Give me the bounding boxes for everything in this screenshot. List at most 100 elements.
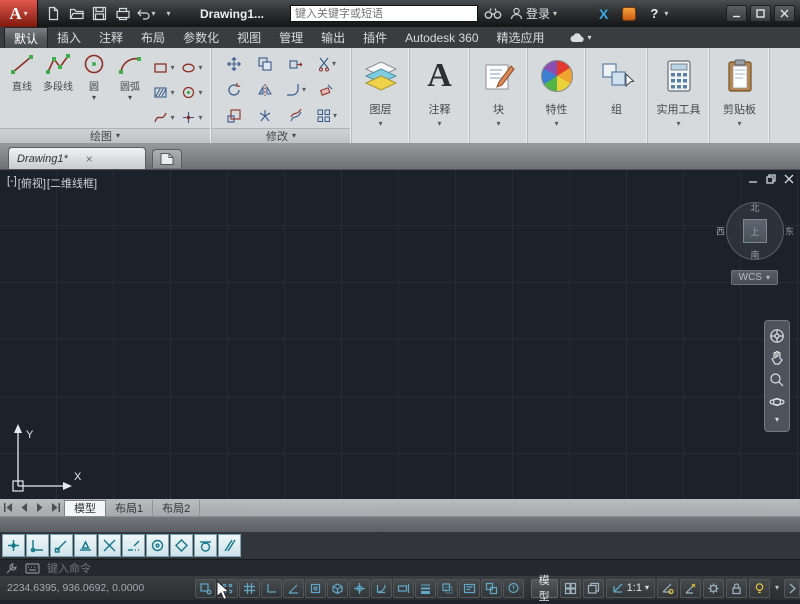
annotation-visibility-button[interactable] (657, 579, 678, 598)
ellipse-dropdown-icon[interactable]: ▾ (198, 64, 202, 72)
snap-from-tool[interactable] (26, 534, 49, 557)
search-button[interactable] (482, 3, 504, 24)
save-button[interactable] (89, 3, 110, 24)
quick-view-drawings-button[interactable] (583, 579, 604, 598)
transparency-toggle[interactable] (437, 579, 458, 598)
extension-snap-tool[interactable] (122, 534, 145, 557)
close-button[interactable] (774, 5, 795, 22)
command-line[interactable]: 键入命令 (0, 559, 800, 576)
tab-view[interactable]: 视图 (228, 27, 270, 48)
ribbon-panel-layers[interactable]: 图层 ▾ (352, 48, 410, 143)
help-button[interactable]: ? (650, 6, 658, 21)
viewcube-west-label[interactable]: 西 (716, 225, 725, 238)
viewcube-east-label[interactable]: 东 (785, 225, 794, 238)
polar-tracking-toggle[interactable] (283, 579, 304, 598)
viewport-visual-style-control[interactable]: [二维线框] (47, 175, 97, 191)
next-layout-button[interactable] (32, 500, 48, 515)
grid-display-toggle[interactable] (239, 579, 260, 598)
viewport-minimize-icon[interactable] (748, 174, 758, 184)
undo-button[interactable]: ▾ (135, 3, 156, 24)
layout-tab-model[interactable]: 模型 (64, 500, 106, 516)
circle-tool-button[interactable]: 圆 ▾ (76, 51, 112, 130)
annotation-monitor-toggle[interactable] (503, 579, 524, 598)
first-layout-button[interactable] (0, 500, 16, 515)
ribbon-panel-group[interactable]: 组 (586, 48, 648, 143)
viewcube-top-face[interactable]: 上 (743, 219, 767, 243)
exchange-apps-icon[interactable] (622, 7, 636, 21)
draw-panel-title[interactable]: 绘图 ▾ (0, 128, 210, 143)
clean-screen-button[interactable] (784, 579, 800, 598)
center-snap-tool[interactable] (146, 534, 169, 557)
tab-annotate[interactable]: 注释 (90, 27, 132, 48)
isolate-objects-button[interactable] (749, 579, 770, 598)
snap-mode-toggle[interactable] (217, 579, 238, 598)
parallel-snap-tool[interactable] (218, 534, 241, 557)
3d-object-snap-toggle[interactable] (327, 579, 348, 598)
maximize-button[interactable] (750, 5, 771, 22)
fillet-dropdown-icon[interactable]: ▾ (302, 86, 306, 94)
minimize-button[interactable] (726, 5, 747, 22)
spline-dropdown-icon[interactable]: ▾ (170, 114, 174, 122)
autodesk-exchange-icon[interactable]: X (599, 6, 608, 22)
tab-featured-apps[interactable]: 精选应用 (488, 27, 554, 48)
trim-tool-button[interactable]: ▾ (311, 51, 342, 77)
line-tool-button[interactable]: 直线 (4, 51, 40, 130)
help-dropdown-icon[interactable]: ▾ (664, 10, 668, 18)
viewport-view-control[interactable]: [俯视] (18, 175, 46, 191)
mirror-tool-button[interactable] (249, 77, 280, 103)
hatch-tool-button[interactable]: ▾ (150, 80, 178, 105)
annotation-dropdown-icon[interactable]: ▾ (437, 120, 441, 128)
ribbon-panel-block[interactable]: 块 ▾ (470, 48, 528, 143)
modify-panel-title[interactable]: 修改 ▾ (212, 128, 350, 143)
tangent-snap-tool[interactable] (194, 534, 217, 557)
rectangle-tool-button[interactable]: ▾ (150, 55, 178, 80)
point-tool-button[interactable]: ▾ (178, 105, 206, 130)
pan-icon[interactable] (769, 350, 785, 366)
ribbon-panel-clipboard[interactable]: 剪贴板 ▾ (710, 48, 770, 143)
midpoint-snap-tool[interactable] (74, 534, 97, 557)
orbit-icon[interactable] (769, 394, 785, 410)
lock-button[interactable] (726, 579, 747, 598)
layers-dropdown-icon[interactable]: ▾ (378, 120, 382, 128)
tab-home[interactable]: 默认 (4, 27, 48, 48)
command-prompt-text[interactable]: 键入命令 (47, 560, 91, 576)
navigation-wheel-icon[interactable] (769, 328, 785, 344)
spline-tool-button[interactable]: ▾ (150, 105, 178, 130)
zoom-icon[interactable] (769, 372, 785, 388)
open-file-button[interactable] (66, 3, 87, 24)
ribbon-panel-utilities[interactable]: 实用工具 ▾ (648, 48, 710, 143)
array-tool-button[interactable]: ▾ (311, 103, 342, 129)
file-tab-close-icon[interactable]: × (86, 152, 93, 166)
navbar-dropdown-icon[interactable]: ▾ (775, 416, 779, 424)
previous-layout-button[interactable] (16, 500, 32, 515)
workspace-switching-button[interactable] (703, 579, 724, 598)
file-tab-drawing1[interactable]: Drawing1* × (8, 147, 146, 169)
ribbon-options-button[interactable]: ▾ (562, 27, 599, 48)
properties-dropdown-icon[interactable]: ▾ (554, 120, 558, 128)
viewcube-south-label[interactable]: 南 (750, 248, 759, 261)
undo-dropdown-icon[interactable]: ▾ (151, 10, 155, 18)
arc-tool-button[interactable]: 圆弧 ▾ (112, 51, 148, 130)
dynamic-input-toggle[interactable] (393, 579, 414, 598)
drawing-canvas[interactable]: [-] [俯视] [二维线框] 上 北 南 西 东 WCS ▾ ▾ (0, 170, 800, 499)
infer-constraints-toggle[interactable] (195, 579, 216, 598)
ortho-mode-toggle[interactable] (261, 579, 282, 598)
tab-output[interactable]: 输出 (312, 27, 354, 48)
new-drawing-tab-button[interactable] (152, 149, 182, 168)
viewport-restore-icon[interactable] (766, 174, 776, 184)
offset-tool-button[interactable] (280, 103, 311, 129)
stretch-tool-button[interactable] (280, 51, 311, 77)
qat-menu-button[interactable]: ▾ (158, 3, 179, 24)
command-customize-icon[interactable] (5, 562, 18, 575)
search-input[interactable] (290, 5, 478, 22)
array-dropdown-icon[interactable]: ▾ (333, 112, 337, 120)
viewport-close-icon[interactable] (784, 174, 794, 184)
viewcube-north-label[interactable]: 北 (750, 201, 759, 214)
object-snap-tracking-toggle[interactable] (349, 579, 370, 598)
dynamic-ucs-toggle[interactable] (371, 579, 392, 598)
clipboard-dropdown-icon[interactable]: ▾ (737, 120, 741, 128)
object-snap-toggle[interactable] (305, 579, 326, 598)
layout-tab-layout1[interactable]: 布局1 (106, 500, 153, 516)
tab-layout[interactable]: 布局 (132, 27, 174, 48)
point-dropdown-icon[interactable]: ▾ (198, 114, 202, 122)
